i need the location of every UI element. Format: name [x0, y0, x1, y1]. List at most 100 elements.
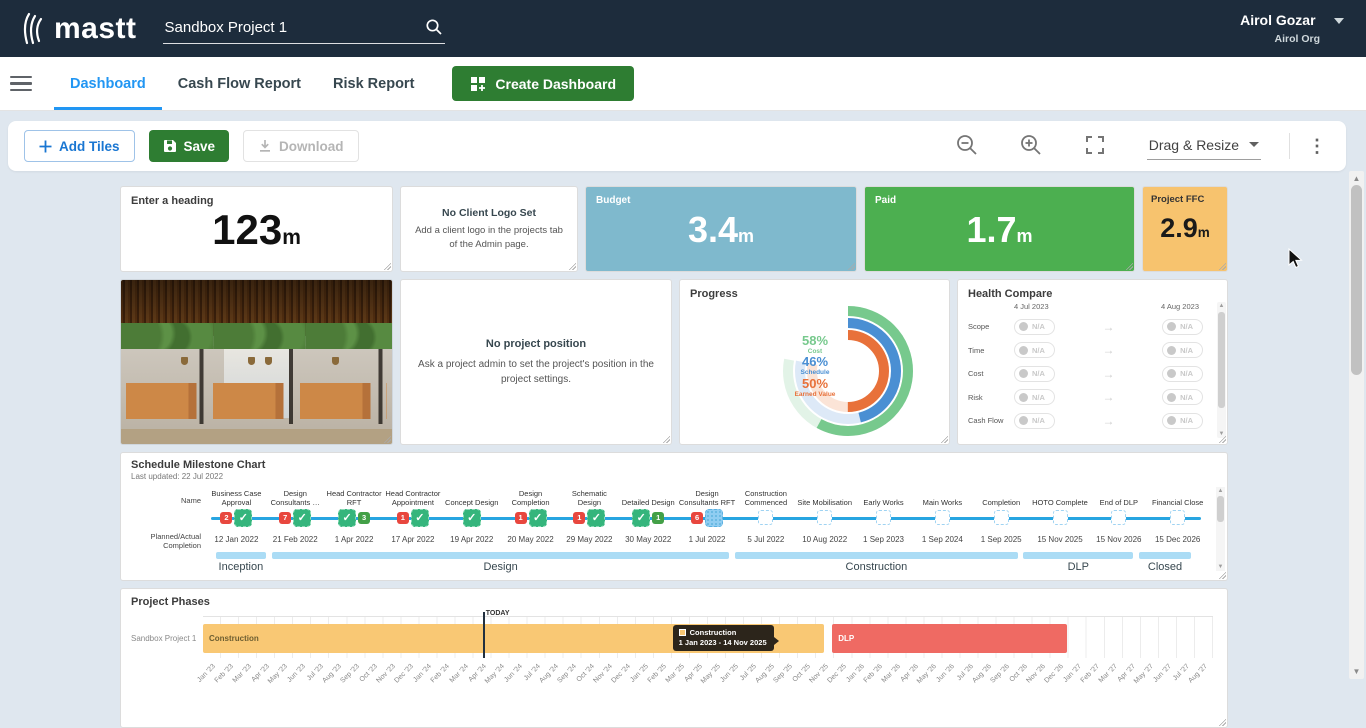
today-line [482, 612, 485, 658]
milestone-head-contractor-appointment[interactable]: Head Contractor Appointment 1 ✓ 17 Apr 2022 [383, 484, 442, 550]
photo-lamp [180, 357, 188, 366]
milestone-future-icon[interactable] [934, 510, 950, 525]
milestone-completion[interactable]: Completion 1 Sep 2025 [972, 484, 1031, 550]
tile-heading-stat[interactable]: Enter a heading 123m [120, 186, 393, 272]
milestone-complete-icon[interactable]: ✓ [632, 508, 651, 527]
arrow-right-icon: → [1102, 413, 1115, 428]
axis-month-label: Feb '25 [646, 663, 668, 685]
milestone-main-works[interactable]: Main Works 1 Sep 2024 [913, 484, 972, 550]
scrollbar-thumb[interactable] [1217, 496, 1224, 522]
milestone-complete-icon[interactable]: ✓ [462, 508, 481, 527]
tile-project-photo[interactable] [120, 279, 393, 445]
health-status-badge: N/A [1014, 365, 1055, 382]
milestone-future-icon[interactable] [817, 510, 833, 525]
milestone-schematic-design[interactable]: Schematic Design 1 ✓ 29 May 2022 [560, 484, 619, 550]
tile-client-logo[interactable]: No Client Logo Set Add a client logo in … [400, 186, 578, 272]
user-menu[interactable]: Airol Gozar Airol Org [1240, 12, 1344, 45]
milestone-site-mobilisation[interactable]: Site Mobilisation 10 Aug 2022 [795, 484, 854, 550]
phase-label: Closed [1147, 561, 1183, 573]
milestone-business-case-approval[interactable]: Business Case Approval 2 ✓ 12 Jan 2022 [207, 484, 266, 550]
milestone-head-contractor-rft[interactable]: Head Contractor RFT ✓ 3 1 Apr 2022 [325, 484, 384, 550]
health-status-badge: N/A [1014, 412, 1055, 429]
milestone-chart: Name Planned/Actual Completion Business … [131, 484, 1217, 550]
milestone-future-icon[interactable] [876, 510, 892, 525]
milestone-current-icon[interactable] [705, 508, 724, 527]
save-button[interactable]: Save [148, 130, 230, 162]
mastt-logo[interactable]: mastt [22, 12, 137, 46]
milestone-future-icon[interactable] [993, 510, 1009, 525]
scroll-down-icon[interactable]: ▼ [1349, 667, 1364, 676]
milestone-markers: 6 [691, 507, 724, 528]
project-search-input[interactable] [162, 13, 445, 44]
variance-badge: 1 [652, 511, 665, 524]
milestone-name: Early Works [863, 498, 904, 507]
tile-project-position[interactable]: No project position Ask a project admin … [400, 279, 672, 445]
scroll-down-icon[interactable]: ▼ [1217, 431, 1226, 437]
milestone-scrollbar[interactable]: ▲ ▼ [1216, 487, 1225, 571]
status-dot-icon [1019, 369, 1028, 378]
gantt-bar-dlp[interactable]: DLP [832, 624, 1067, 653]
tile-project-ffc[interactable]: Project FFC 2.9m [1142, 186, 1228, 272]
milestone-concept-design[interactable]: Concept Design ✓ 19 Apr 2022 [442, 484, 501, 550]
milestone-future-icon[interactable] [1111, 510, 1127, 525]
status-text: N/A [1180, 345, 1193, 355]
scroll-up-icon[interactable]: ▲ [1349, 174, 1364, 183]
milestone-future-icon[interactable] [758, 510, 774, 525]
page-scrollbar[interactable]: ▲ ▼ [1349, 171, 1364, 679]
milestone-future-icon[interactable] [1170, 510, 1186, 525]
milestone-end-of-dlp[interactable]: End of DLP 15 Nov 2026 [1089, 484, 1148, 550]
milestone-complete-icon[interactable]: ✓ [234, 508, 253, 527]
milestone-complete-icon[interactable]: ✓ [587, 508, 606, 527]
zoom-in-icon[interactable] [1019, 133, 1045, 159]
tile-progress[interactable]: Progress 58% Cost 46% Schedule 50% Earned Val… [679, 279, 950, 445]
milestone-complete-icon[interactable]: ✓ [338, 508, 357, 527]
scrollbar-thumb[interactable] [1351, 185, 1362, 375]
mode-select[interactable]: Drag & Resize [1146, 133, 1261, 160]
health-status-badge: N/A [1162, 389, 1203, 405]
health-row-label: Scope [968, 322, 990, 331]
status-text: N/A [1180, 416, 1193, 425]
milestone-complete-icon[interactable]: ✓ [528, 508, 547, 527]
tab-cash-flow-report[interactable]: Cash Flow Report [162, 58, 317, 110]
fullscreen-icon[interactable] [1083, 133, 1109, 159]
milestone-complete-icon[interactable]: ✓ [293, 508, 312, 527]
search-icon[interactable] [425, 18, 443, 41]
scrollbar-thumb[interactable] [1218, 312, 1225, 408]
scroll-up-icon[interactable]: ▲ [1216, 488, 1225, 494]
milestone-financial-close[interactable]: Financial Close 15 Dec 2026 [1148, 484, 1207, 550]
download-button[interactable]: Download [243, 130, 359, 162]
tile-paid[interactable]: Paid 1.7m [864, 186, 1135, 272]
milestone-detailed-design[interactable]: Detailed Design ✓ 1 30 May 2022 [619, 484, 678, 550]
status-dot-icon [1167, 416, 1177, 425]
milestone-design-consultants-rft[interactable]: Design Consultants RFT 6 1 Jul 2022 [678, 484, 737, 550]
status-dot-icon [1019, 392, 1028, 402]
milestone-design-completion[interactable]: Design Completion 1 ✓ 20 May 2022 [501, 484, 560, 550]
more-options-icon[interactable]: ⋮ [1308, 137, 1326, 155]
tile-project-phases[interactable]: Project Phases Sandbox Project 1 Constru… [120, 588, 1228, 728]
milestone-complete-icon[interactable]: ✓ [410, 508, 429, 527]
milestone-date: 20 May 2022 [507, 535, 554, 544]
row-label-completion: Planned/Actual Completion [150, 532, 201, 551]
tile-budget[interactable]: Budget 3.4m [585, 186, 857, 272]
milestone-construction-commenced[interactable]: Construction Commenced 5 Jul 2022 [736, 484, 795, 550]
milestone-design-consultants-[interactable]: Design Consultants … 7 ✓ 21 Feb 2022 [266, 484, 325, 550]
milestone-hoto-complete[interactable]: HOTO Complete 15 Nov 2025 [1031, 484, 1090, 550]
milestone-future-icon[interactable] [1052, 510, 1068, 525]
zoom-out-icon[interactable] [955, 133, 981, 159]
phase-label: Inception [218, 561, 264, 573]
milestone-date: 5 Jul 2022 [747, 535, 785, 544]
add-tiles-button[interactable]: Add Tiles [24, 130, 135, 162]
tab-risk-report[interactable]: Risk Report [317, 58, 430, 110]
hamburger-menu-icon[interactable] [10, 72, 32, 96]
scroll-down-icon[interactable]: ▼ [1216, 564, 1225, 570]
tile-health-compare[interactable]: Health Compare 4 Jul 2023 4 Aug 2023 Sco… [957, 279, 1228, 445]
axis-month-label: Aug '27 [1187, 663, 1209, 685]
scroll-up-icon[interactable]: ▲ [1217, 303, 1226, 309]
health-scrollbar[interactable]: ▲ ▼ [1217, 302, 1226, 438]
milestone-early-works[interactable]: Early Works 1 Sep 2023 [854, 484, 913, 550]
tile-schedule-milestone-chart[interactable]: Schedule Milestone Chart Last updated: 2… [120, 452, 1228, 581]
tab-dashboard[interactable]: Dashboard [54, 58, 162, 110]
axis-month-label: Jan '25 [629, 663, 650, 684]
milestone-name: Completion [982, 498, 1021, 507]
create-dashboard-button[interactable]: Create Dashboard [452, 66, 634, 101]
